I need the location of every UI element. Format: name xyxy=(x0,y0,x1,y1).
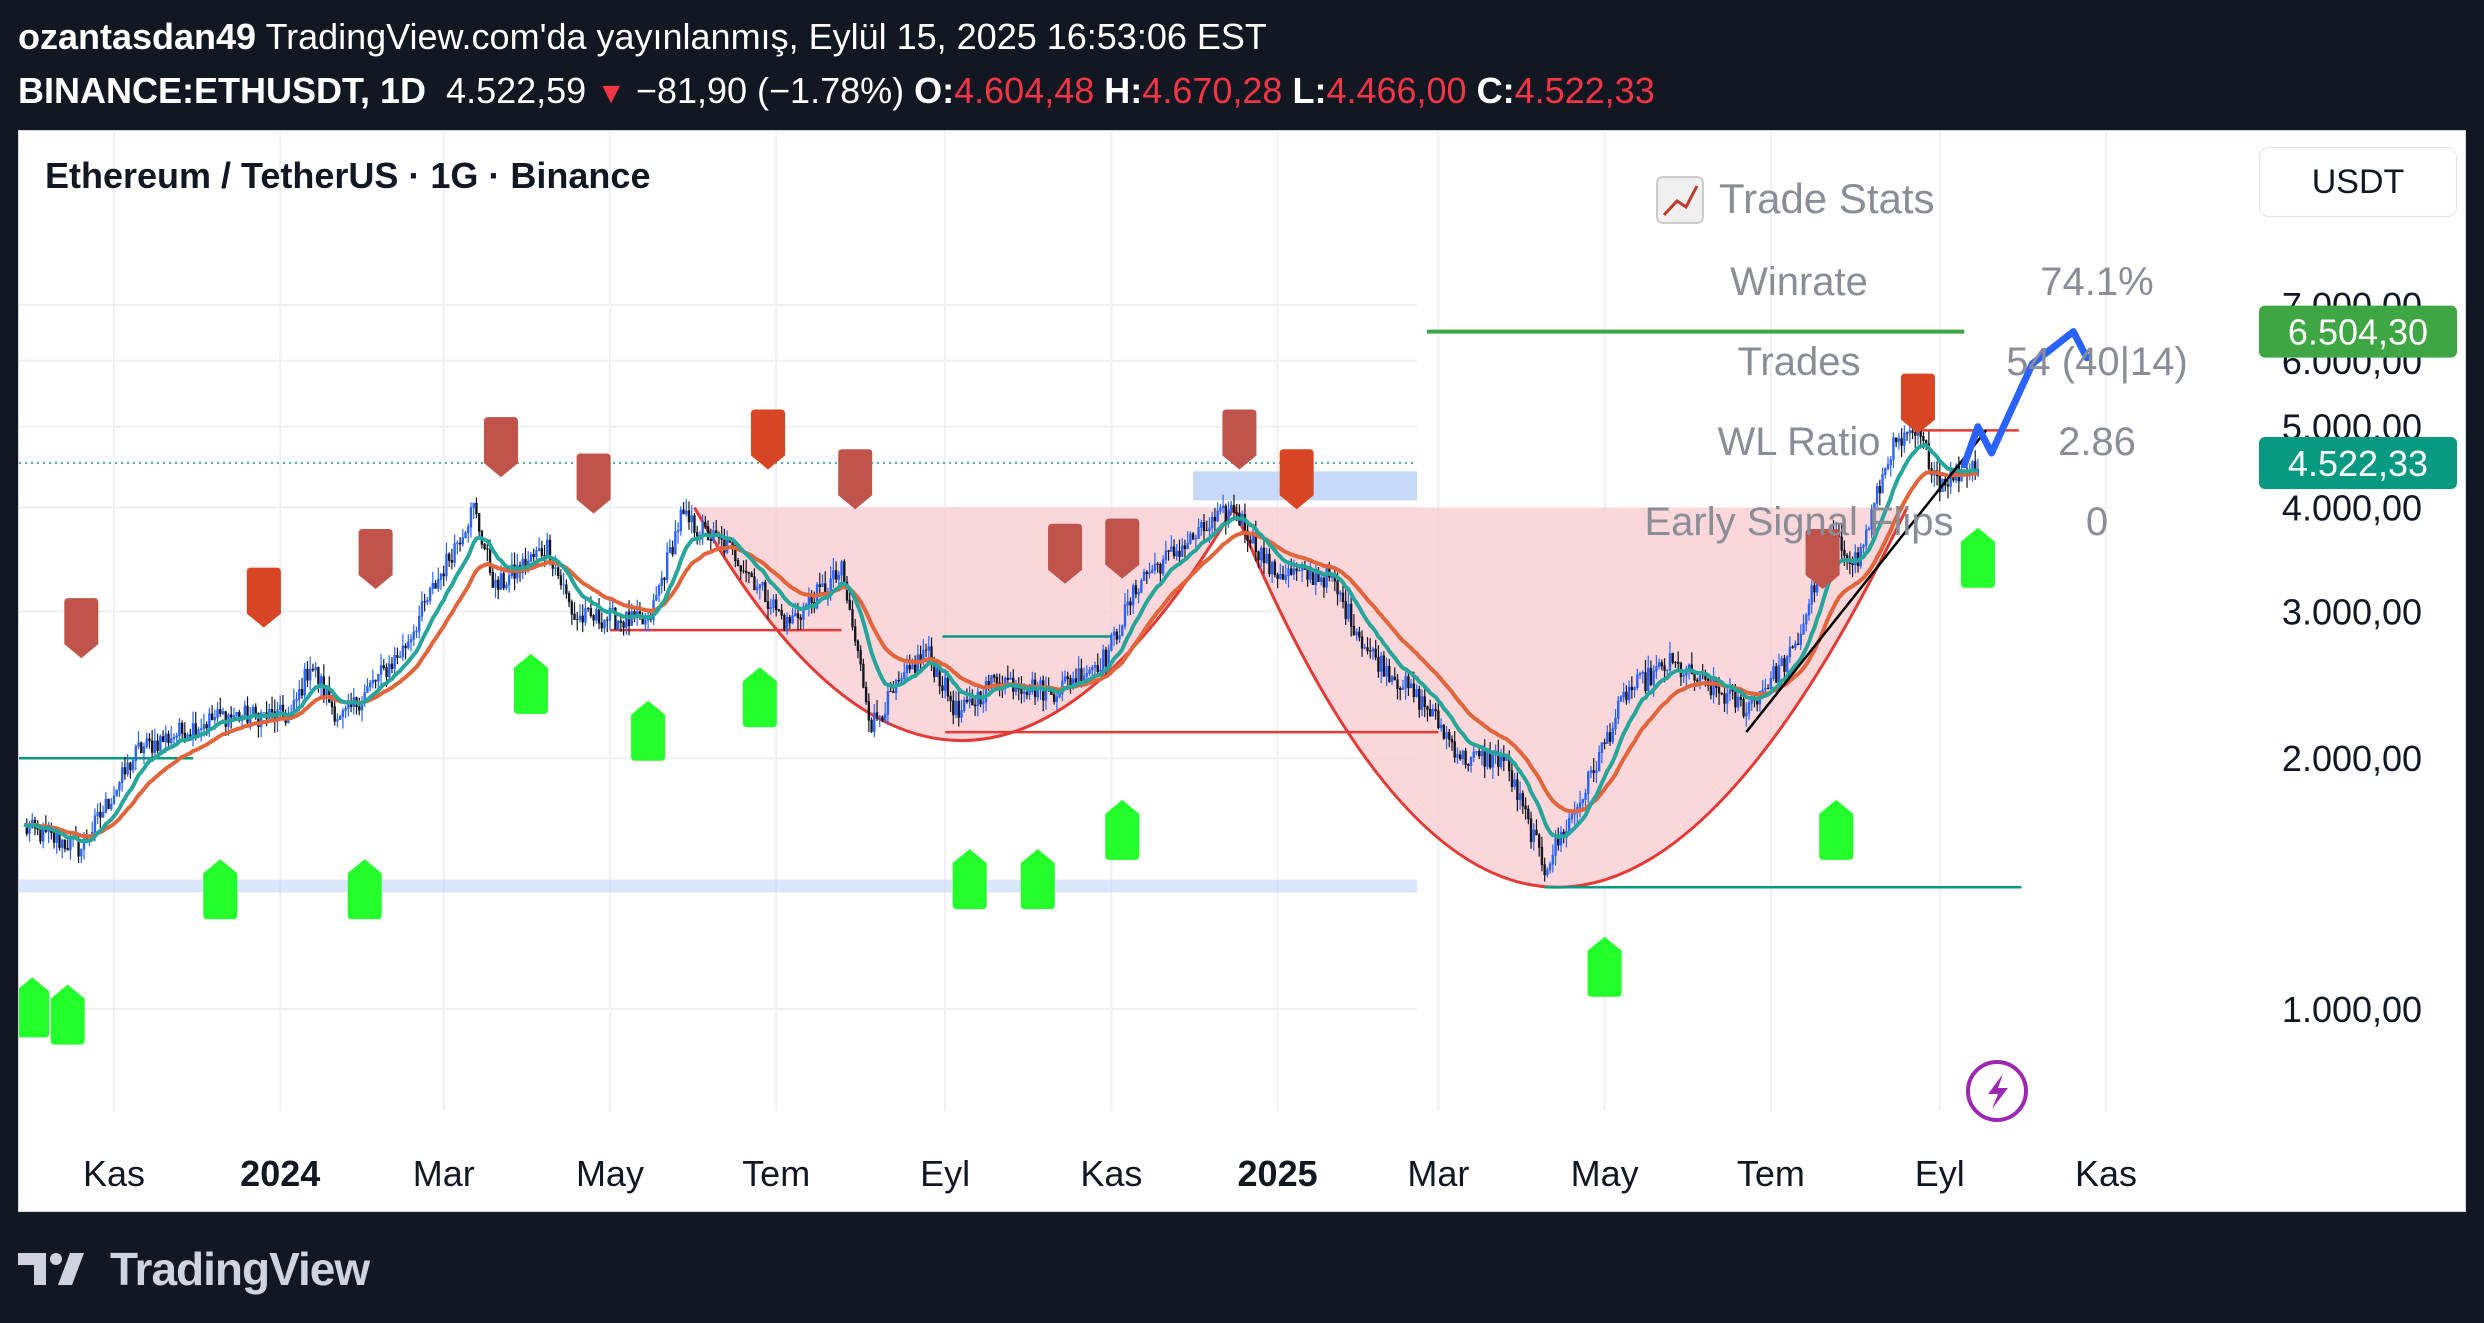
x-axis-tick-label: Mar xyxy=(413,1153,475,1194)
currency-button[interactable]: USDT xyxy=(2259,147,2457,217)
trade-stats-label: WL Ratio xyxy=(1717,420,1880,464)
buy-signal-icon xyxy=(1020,849,1055,910)
low-label: L: xyxy=(1292,70,1327,111)
x-axis-tick-label: Mar xyxy=(1407,1153,1469,1194)
last-price-tag: 4.522,33 xyxy=(2288,443,2428,484)
trade-stats-value: 54 (40|14) xyxy=(2006,340,2188,384)
buy-signal-icon xyxy=(1587,936,1622,997)
last-price: 4.522,59 xyxy=(446,70,587,111)
x-axis-tick-label: 2024 xyxy=(240,1153,320,1194)
y-axis-tick-label: 1.000,00 xyxy=(2282,989,2422,1030)
brand-wordmark: TradingView xyxy=(110,1243,370,1295)
x-axis-tick-label: Tem xyxy=(1737,1153,1805,1194)
sell-signal-icon xyxy=(838,449,873,510)
sell-signal-icon xyxy=(1222,409,1257,470)
buy-signal-icon xyxy=(347,859,382,920)
x-axis-tick-label: May xyxy=(1571,1153,1639,1194)
sell-signal-icon xyxy=(358,528,393,589)
trade-stats-label: Trades xyxy=(1737,340,1860,384)
close-value: 4.522,33 xyxy=(1514,70,1655,111)
trade-stats-value: 2.86 xyxy=(2058,420,2136,464)
trade-stats-icon xyxy=(1656,176,1704,224)
trade-stats-value: 0 xyxy=(2086,500,2108,544)
trade-stats-title: Trade Stats xyxy=(1719,175,1935,222)
x-axis-tick-label: Tem xyxy=(742,1153,810,1194)
sell-signal-icon xyxy=(246,567,281,628)
sell-signal-icon xyxy=(751,409,786,470)
target-price-tag: 6.504,30 xyxy=(2288,312,2428,353)
chart-panel[interactable]: Trade Stats Winrate 74.1% Trades 54 (40|14) W… xyxy=(18,130,2466,1212)
x-axis-tick-label: Kas xyxy=(1080,1153,1142,1194)
x-axis-tick-label: 2025 xyxy=(1238,1153,1318,1194)
price-chart[interactable]: Trade Stats Winrate 74.1% Trades 54 (40|14) W… xyxy=(19,131,2466,1212)
symbol-label[interactable]: BINANCE:ETHUSDT, 1D xyxy=(18,70,426,111)
price-change: −81,90 (−1.78%) xyxy=(635,70,905,111)
chart-title: Ethereum / TetherUS · 1G · Binance xyxy=(45,155,651,196)
x-axis-tick-label: Kas xyxy=(83,1153,145,1194)
x-axis-tick-label: Kas xyxy=(2075,1153,2137,1194)
sell-signal-icon xyxy=(64,598,99,659)
y-axis-tick-label: 2.000,00 xyxy=(2282,738,2422,779)
buy-signal-icon xyxy=(631,700,666,761)
trade-stats-label: Winrate xyxy=(1730,260,1868,304)
sell-signal-icon xyxy=(1900,373,1935,434)
open-value: 4.604,48 xyxy=(954,70,1095,111)
buy-signal-icon xyxy=(1819,799,1854,860)
chart-header: ozantasdan49 TradingView.com'da yayınlan… xyxy=(18,10,2458,121)
trade-stats-value: 74.1% xyxy=(2040,260,2153,304)
trade-stats-label: Early Signal Flips xyxy=(1644,500,1953,544)
buy-signal-icon xyxy=(742,667,777,728)
down-arrow-icon: ▼ xyxy=(596,77,626,110)
buy-signal-icon xyxy=(513,653,548,714)
sell-signal-icon xyxy=(483,417,518,478)
low-value: 4.466,00 xyxy=(1326,70,1467,111)
buy-signal-icon xyxy=(19,977,50,1038)
close-label: C: xyxy=(1476,70,1515,111)
buy-signal-icon xyxy=(1960,527,1995,588)
high-value: 4.670,28 xyxy=(1142,70,1283,111)
x-axis-tick-label: Eyl xyxy=(920,1153,970,1194)
high-label: H: xyxy=(1104,70,1143,111)
trade-stats-icon-frame xyxy=(1656,176,1704,224)
tradingview-logo[interactable]: TradingView xyxy=(18,1237,370,1301)
buy-signal-icon xyxy=(952,849,987,910)
open-label: O: xyxy=(914,70,955,111)
x-axis-tick-label: May xyxy=(576,1153,644,1194)
x-axis-tick-label: Eyl xyxy=(1915,1153,1965,1194)
buy-signal-icon xyxy=(50,984,85,1045)
header-line-1: ozantasdan49 TradingView.com'da yayınlan… xyxy=(18,10,2458,64)
published-text: TradingView.com'da yayınlanmış, Eylül 15… xyxy=(265,16,1267,57)
buy-signal-icon xyxy=(203,859,238,920)
tradingview-logo-icon xyxy=(18,1253,84,1285)
author-name[interactable]: ozantasdan49 xyxy=(18,16,256,57)
y-axis-tick-label: 3.000,00 xyxy=(2282,592,2422,633)
sell-signal-icon xyxy=(576,453,611,514)
header-line-2: BINANCE:ETHUSDT, 1D 4.522,59 ▼ −81,90 (−… xyxy=(18,64,2458,121)
y-axis-tick-label: 4.000,00 xyxy=(2282,487,2422,528)
